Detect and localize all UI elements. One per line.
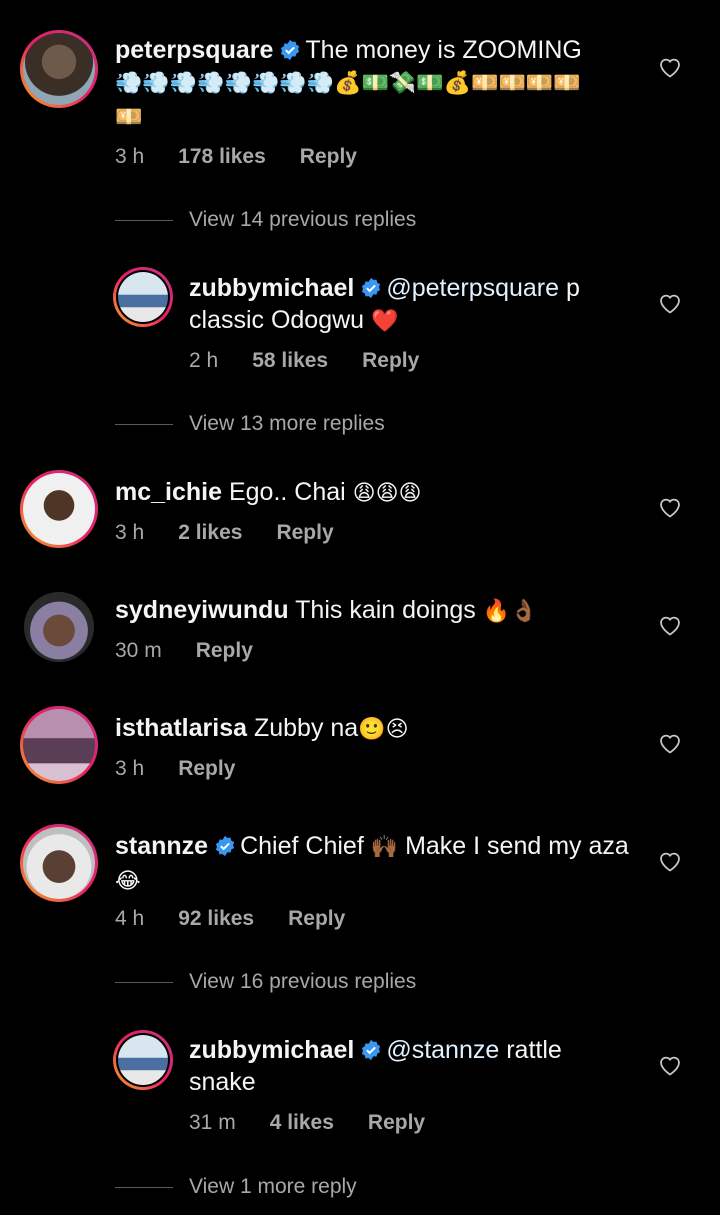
view-replies-label: View 13 more replies [189,412,385,435]
reply-button[interactable]: Reply [300,145,357,168]
comment-meta: 31 m 4 likes Reply [189,1111,459,1135]
view-replies-button[interactable]: View 16 previous replies [115,970,416,994]
avatar-sydneyiwundu[interactable] [24,592,94,662]
heart-outline-icon[interactable] [658,1054,682,1076]
username[interactable]: sydneyiwundu [115,596,289,624]
view-replies-button[interactable]: View 14 previous replies [115,208,416,232]
comment-text: This kain doings [295,596,476,624]
username[interactable]: zubbymichael [189,1036,354,1064]
username[interactable]: isthatlarisa [115,714,247,742]
reply-button[interactable]: Reply [368,1111,425,1134]
avatar-mc-ichie[interactable] [20,470,98,548]
verified-badge-icon [216,835,235,857]
comment-body: zubbymichael @peterpsquare p classic Odog… [189,272,629,338]
divider-line [115,219,173,221]
comment-body: stannze Chief Chief 🙌🏾 Make I send my aza… [115,830,645,898]
username[interactable]: peterpsquare [115,36,273,64]
reply-button[interactable]: Reply [178,757,235,780]
heart-outline-icon[interactable] [658,614,682,636]
verified-badge-icon [362,1039,381,1061]
comment-text-b: Make I send my aza [405,832,629,860]
verified-badge-icon [362,277,381,299]
username[interactable]: stannze [115,832,208,860]
likes-count[interactable]: 58 likes [252,349,328,372]
comment-text: The money is ZOOMING [305,36,582,64]
comment-body: sydneyiwundu This kain doings 🔥👌🏾 [115,594,635,628]
reply-button[interactable]: Reply [196,639,253,662]
comments-screen: peterpsquare The money is ZOOMING 💨💨💨💨💨💨💨… [0,0,720,1215]
comment-body: isthatlarisa Zubby na🙂😣 [115,712,635,746]
view-replies-button[interactable]: View 13 more replies [115,412,385,436]
heart-outline-icon[interactable] [658,292,682,314]
likes-count[interactable]: 92 likes [178,907,254,930]
comment-body: mc_ichie Ego.. Chai 😩😩😩 [115,476,635,510]
timestamp: 3 h [115,521,145,544]
view-replies-label: View 1 more reply [189,1175,357,1198]
comment-meta: 3 h 2 likes Reply [115,521,368,545]
timestamp: 31 m [189,1111,236,1134]
emoji-a: 🙌🏾 [370,835,399,860]
emoji-line-2: 💴 [115,105,143,130]
avatar-zubbymichael[interactable] [113,267,173,327]
mention-link[interactable]: @peterpsquare [386,274,559,302]
view-replies-button[interactable]: View 1 more reply [115,1175,357,1199]
comment-body: peterpsquare The money is ZOOMING 💨💨💨💨💨💨💨… [115,34,675,134]
emoji-line: 💨💨💨💨💨💨💨💨💰💵💸💵💰💴💴💴💴 [115,71,581,96]
likes-count[interactable]: 4 likes [270,1111,334,1134]
verified-badge-icon [281,39,300,61]
reply-button[interactable]: Reply [288,907,345,930]
heart-outline-icon[interactable] [658,732,682,754]
likes-count[interactable]: 178 likes [178,145,266,168]
reply-button[interactable]: Reply [276,521,333,544]
reply-button[interactable]: Reply [362,349,419,372]
comment-text: Chief Chief [240,832,364,860]
likes-count[interactable]: 2 likes [178,521,242,544]
comment-meta: 3 h Reply [115,757,269,781]
username[interactable]: mc_ichie [115,478,222,506]
comment-text: Zubby na [253,714,359,742]
heart-outline-icon[interactable] [658,496,682,518]
avatar-peterpsquare[interactable] [20,30,98,108]
timestamp: 3 h [115,145,145,168]
comment-text: Ego.. Chai [228,478,346,506]
emoji: 🔥👌🏾 [482,599,538,624]
emoji: 😩😩😩 [352,481,422,506]
timestamp: 3 h [115,757,145,780]
avatar-isthatlarisa[interactable] [20,706,98,784]
emoji-b: 😂 [115,869,141,894]
username[interactable]: zubbymichael [189,274,354,302]
timestamp: 2 h [189,349,219,372]
heart-outline-icon[interactable] [658,850,682,872]
avatar-stannze[interactable] [20,824,98,902]
divider-line [115,1186,173,1188]
comment-meta: 30 m Reply [115,639,287,663]
view-replies-label: View 16 previous replies [189,970,417,993]
view-replies-label: View 14 previous replies [189,208,417,231]
comment-meta: 4 h 92 likes Reply [115,907,379,931]
divider-line [115,981,173,983]
comment-meta: 2 h 58 likes Reply [189,349,453,373]
mention-link[interactable]: @stannze [386,1036,499,1064]
heart-emoji: ❤️ [371,309,399,334]
timestamp: 30 m [115,639,162,662]
heart-outline-icon[interactable] [658,56,682,78]
comment-meta: 3 h 178 likes Reply [115,145,391,169]
divider-line [115,423,173,425]
comment-body: zubbymichael @stannze rattle snake [189,1034,609,1098]
avatar-zubbymichael[interactable] [113,1030,173,1090]
timestamp: 4 h [115,907,145,930]
emoji: 🙂😣 [358,717,409,742]
